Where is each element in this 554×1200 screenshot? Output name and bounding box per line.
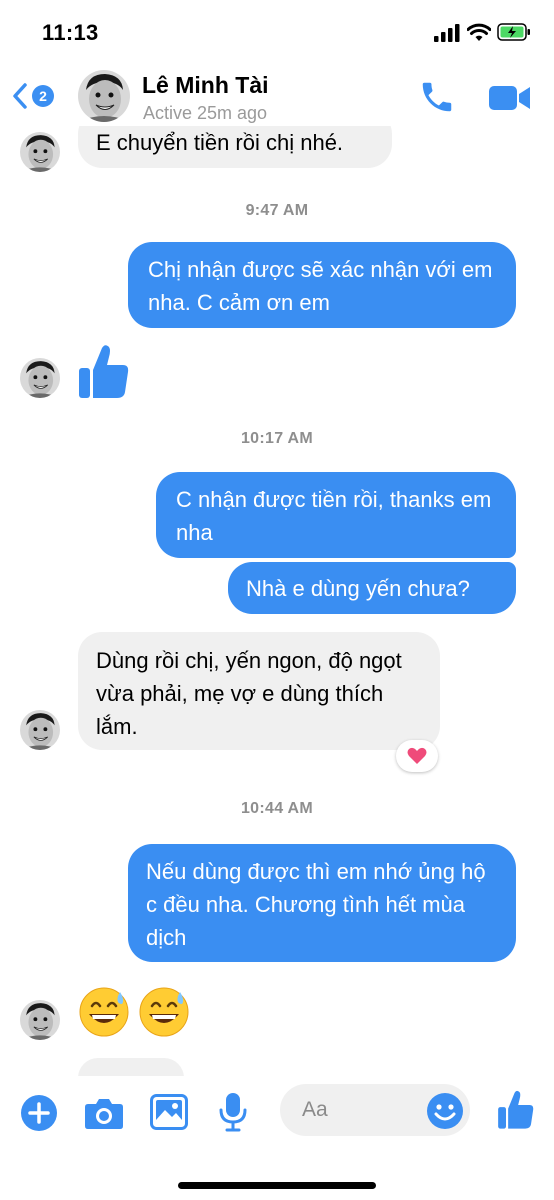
thumbs-up-icon[interactable] — [496, 1090, 536, 1130]
phone-icon[interactable] — [418, 78, 456, 116]
outgoing-message-bubble[interactable]: Chị nhận được sẽ xác nhận với em nha. C … — [128, 242, 516, 328]
avatar-image — [20, 710, 60, 750]
timestamp: 10:17 AM — [240, 430, 314, 447]
conversation-header: 2 Lê Minh Tài Active 25m ago — [0, 62, 554, 126]
battery-charging-icon — [497, 23, 530, 41]
smiley-icon[interactable] — [426, 1092, 464, 1130]
incoming-message-bubble[interactable] — [78, 1058, 184, 1076]
avatar-image — [20, 1000, 60, 1040]
sender-avatar[interactable] — [20, 710, 60, 750]
image-icon[interactable] — [150, 1094, 188, 1130]
thumbs-up-icon[interactable] — [78, 344, 130, 400]
microphone-icon[interactable] — [218, 1092, 248, 1132]
outgoing-message-bubble[interactable]: Nếu dùng được thì em nhớ ủng hộ c đều nh… — [128, 844, 516, 962]
status-bar: 11:13 — [0, 0, 554, 62]
sender-avatar[interactable] — [20, 358, 60, 398]
incoming-message-bubble[interactable]: Dùng rồi chị, yến ngon, độ ngọt vừa phải… — [78, 632, 440, 750]
message-composer — [0, 1076, 554, 1200]
sender-avatar[interactable] — [20, 1000, 60, 1040]
contact-name[interactable]: Lê Minh Tài — [142, 72, 269, 99]
outgoing-message-bubble[interactable]: C nhận được tiền rồi, thanks em nha — [156, 472, 516, 558]
wifi-icon — [467, 23, 491, 41]
sender-avatar[interactable] — [20, 132, 60, 172]
contact-avatar[interactable] — [78, 70, 130, 122]
message-list[interactable]: E chuyển tiền rồi chị nhé. 9:47 AM Chị n… — [0, 126, 554, 1076]
video-camera-icon[interactable] — [488, 84, 532, 112]
back-button[interactable]: 2 — [12, 82, 62, 110]
home-indicator[interactable] — [178, 1182, 376, 1189]
timestamp: 10:44 AM — [240, 800, 314, 817]
status-time: 11:13 — [42, 20, 99, 45]
outgoing-message-bubble[interactable]: Nhà e dùng yến chưa? — [228, 562, 516, 614]
avatar-image — [78, 70, 130, 122]
incoming-emoji-message[interactable]: 😅 😅 — [78, 986, 190, 1042]
plus-icon[interactable] — [20, 1094, 58, 1132]
timestamp: 9:47 AM — [245, 202, 309, 219]
camera-icon[interactable] — [84, 1096, 124, 1130]
unread-count-badge: 2 — [32, 85, 54, 107]
chevron-left-icon — [13, 83, 27, 109]
incoming-message-bubble[interactable]: E chuyển tiền rồi chị nhé. — [78, 126, 392, 168]
cellular-signal-icon — [434, 24, 460, 42]
sweat-smile-emoji-icon — [79, 987, 189, 1037]
avatar-image — [20, 358, 60, 398]
heart-icon — [407, 747, 427, 764]
message-reaction[interactable] — [396, 740, 438, 772]
contact-active-status: Active 25m ago — [143, 103, 268, 123]
avatar-image — [20, 132, 60, 172]
